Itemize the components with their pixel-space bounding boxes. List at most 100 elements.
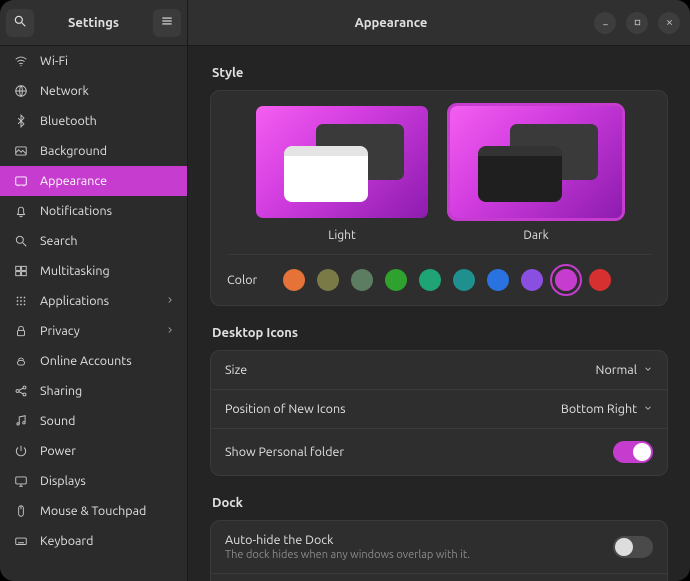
dock-heading: Dock	[212, 496, 668, 510]
applications-icon	[12, 294, 30, 308]
sound-icon	[12, 414, 30, 428]
privacy-icon	[12, 324, 30, 338]
sidebar-item-mouse[interactable]: Mouse & Touchpad	[0, 496, 187, 526]
sidebar-item-label: Applications	[40, 294, 155, 308]
accent-color-row: Color	[227, 254, 651, 291]
chevron-right-icon	[165, 324, 175, 338]
desktop-icons-heading: Desktop Icons	[212, 326, 668, 340]
sidebar-item-label: Multitasking	[40, 264, 175, 278]
color-swatch-orange[interactable]	[283, 269, 305, 291]
color-swatch-sage[interactable]	[351, 269, 373, 291]
sidebar-item-appearance[interactable]: Appearance	[0, 166, 187, 196]
color-swatch-magenta[interactable]	[555, 269, 577, 291]
sidebar-item-bluetooth[interactable]: Bluetooth	[0, 106, 187, 136]
sidebar-item-online-accounts[interactable]: Online Accounts	[0, 346, 187, 376]
displays-icon	[12, 474, 30, 488]
sidebar-item-keyboard[interactable]: Keyboard	[0, 526, 187, 556]
color-swatches	[283, 269, 611, 291]
color-swatch-teal[interactable]	[419, 269, 441, 291]
sidebar-item-displays[interactable]: Displays	[0, 466, 187, 496]
icon-position-value: Bottom Right	[561, 402, 637, 416]
sidebar-item-multitasking[interactable]: Multitasking	[0, 256, 187, 286]
desktop-icons-panel: Size Normal Position of New Icons Bottom…	[210, 350, 668, 476]
hamburger-icon	[160, 14, 174, 31]
style-option-dark[interactable]: Dark	[447, 103, 625, 242]
sidebar-item-label: Wi-Fi	[40, 54, 175, 68]
wifi-icon	[12, 54, 30, 68]
row-show-personal-label: Show Personal folder	[225, 445, 613, 459]
color-swatch-blue[interactable]	[487, 269, 509, 291]
sidebar-item-label: Notifications	[40, 204, 175, 218]
autohide-switch[interactable]	[613, 536, 653, 558]
sidebar-item-label: Displays	[40, 474, 175, 488]
minimize-icon	[601, 16, 610, 30]
sidebar-item-network[interactable]: Network	[0, 76, 187, 106]
preview-dark-label: Dark	[523, 229, 548, 242]
bluetooth-icon	[12, 114, 30, 128]
sidebar-item-label: Online Accounts	[40, 354, 175, 368]
sidebar-item-label: Mouse & Touchpad	[40, 504, 175, 518]
sidebar-item-label: Sound	[40, 414, 175, 428]
sidebar-item-label: Search	[40, 234, 175, 248]
sidebar-item-sound[interactable]: Sound	[0, 406, 187, 436]
sidebar-item-label: Keyboard	[40, 534, 175, 548]
sidebar-item-notifications[interactable]: Notifications	[0, 196, 187, 226]
color-swatch-green[interactable]	[385, 269, 407, 291]
sidebar: Wi-Fi Network Bluetooth BackgroundAppearanc…	[0, 46, 188, 581]
header-bar: Settings Appearance	[0, 0, 690, 46]
color-swatch-red[interactable]	[589, 269, 611, 291]
color-swatch-purple[interactable]	[521, 269, 543, 291]
page-title: Appearance	[188, 16, 594, 30]
sidebar-item-label: Network	[40, 84, 175, 98]
sidebar-item-privacy[interactable]: Privacy	[0, 316, 187, 346]
search-button[interactable]	[6, 9, 34, 37]
network-icon	[12, 84, 30, 98]
icon-position-dropdown[interactable]: Bottom Right	[561, 402, 653, 416]
sidebar-item-label: Bluetooth	[40, 114, 175, 128]
menu-button[interactable]	[153, 9, 181, 37]
chevron-down-icon	[643, 363, 653, 377]
minimize-button[interactable]	[594, 12, 616, 34]
maximize-button[interactable]	[626, 12, 648, 34]
style-previews: Light Dark	[227, 103, 651, 242]
sidebar-item-wifi[interactable]: Wi-Fi	[0, 46, 187, 76]
background-icon	[12, 144, 30, 158]
preview-dark	[447, 103, 625, 221]
appearance-icon	[12, 174, 30, 188]
style-option-light[interactable]: Light	[253, 103, 431, 242]
color-swatch-cyan[interactable]	[453, 269, 475, 291]
color-swatch-olive[interactable]	[317, 269, 339, 291]
notifications-icon	[12, 204, 30, 218]
search-icon	[12, 234, 30, 248]
sidebar-item-label: Sharing	[40, 384, 175, 398]
power-icon	[12, 444, 30, 458]
style-panel: Light Dark Color	[210, 90, 668, 306]
sidebar-item-search[interactable]: Search	[0, 226, 187, 256]
row-panel-mode: Panel mode The dock extends to the scree…	[211, 573, 667, 581]
content-pane[interactable]: Style Light Dark	[188, 46, 690, 581]
row-icon-size-label: Size	[225, 363, 596, 377]
close-button[interactable]	[658, 12, 680, 34]
sharing-icon	[12, 384, 30, 398]
maximize-icon	[633, 16, 642, 30]
row-autohide-sub: The dock hides when any windows overlap …	[225, 549, 613, 561]
sidebar-item-applications[interactable]: Applications	[0, 286, 187, 316]
row-autohide-label: Auto-hide the Dock	[225, 533, 613, 547]
app-title: Settings	[42, 16, 145, 30]
close-icon	[665, 16, 674, 30]
sidebar-item-label: Power	[40, 444, 175, 458]
color-label: Color	[227, 273, 273, 287]
row-icon-size[interactable]: Size Normal	[211, 351, 667, 389]
icon-size-dropdown[interactable]: Normal	[596, 363, 653, 377]
sidebar-item-label: Privacy	[40, 324, 155, 338]
sidebar-item-power[interactable]: Power	[0, 436, 187, 466]
row-icon-position[interactable]: Position of New Icons Bottom Right	[211, 389, 667, 428]
sidebar-item-background[interactable]: Background	[0, 136, 187, 166]
icon-size-value: Normal	[596, 363, 637, 377]
settings-window: Settings Appearance Wi-Fi Network Bluetoot…	[0, 0, 690, 581]
chevron-right-icon	[165, 294, 175, 308]
online-accounts-icon	[12, 354, 30, 368]
show-personal-switch[interactable]	[613, 441, 653, 463]
sidebar-item-sharing[interactable]: Sharing	[0, 376, 187, 406]
style-heading: Style	[212, 66, 668, 80]
